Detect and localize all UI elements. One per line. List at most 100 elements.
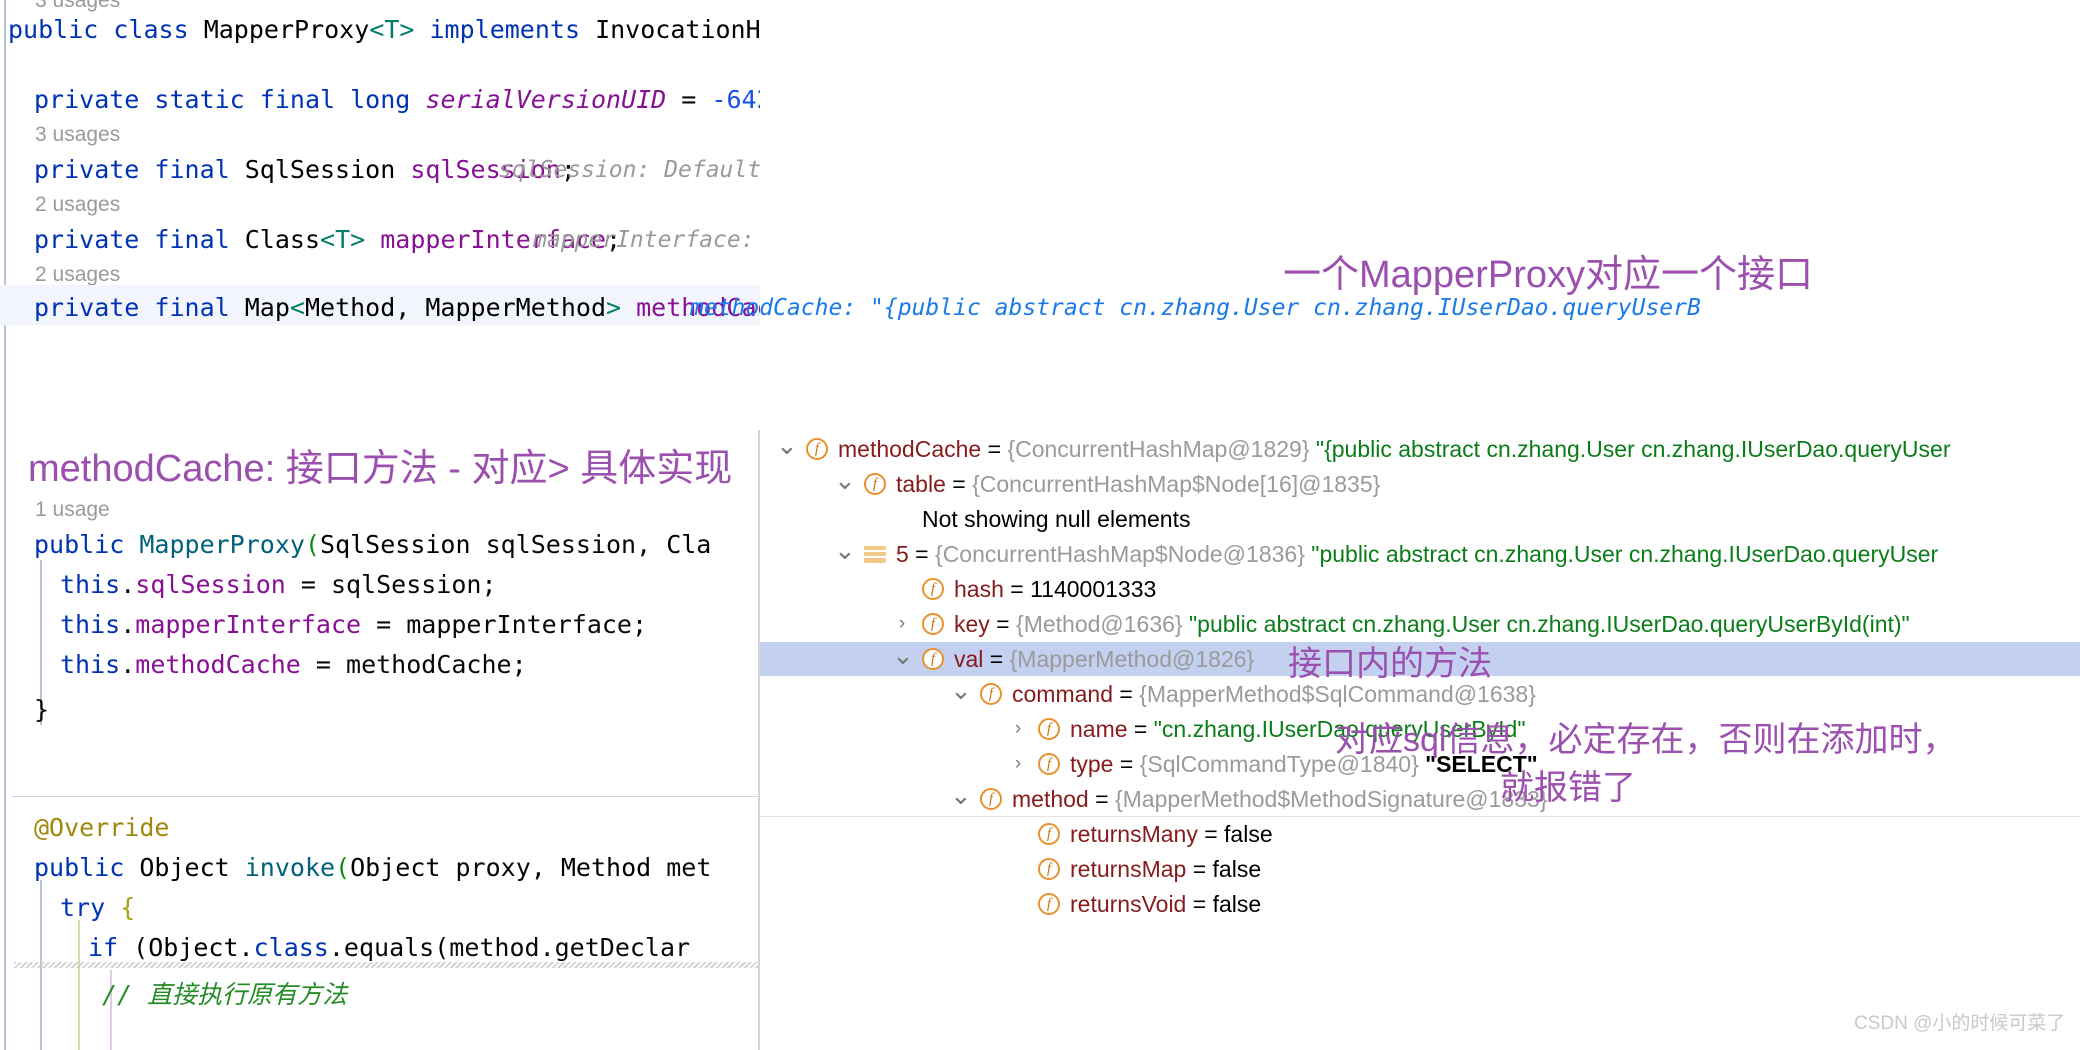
object-reference: {MapperMethod$MethodSignature@1833}	[1114, 786, 1548, 812]
csdn-watermark: CSDN @小的时候可菜了	[1854, 1013, 2066, 1034]
debugger-tree-row[interactable]: f returnsMap = false	[760, 852, 2080, 886]
variable-name: command	[1012, 681, 1113, 707]
equals-sign: =	[1197, 821, 1225, 847]
inlay-hint-mapperinterface: mapperInterface: "interface cn.zhang.IUs…	[533, 227, 755, 253]
debugger-row-text: returnsMany = false	[1070, 817, 1273, 851]
debugger-tree-row[interactable]: ⌄ f methodCache = {ConcurrentHashMap@1829}…	[760, 432, 2080, 466]
variable-name: returnsMany	[1070, 821, 1198, 847]
field-icon: f	[1038, 823, 1060, 845]
field-icon: f	[864, 473, 886, 495]
variable-name: key	[954, 611, 990, 637]
debugger-tree-row[interactable]: Not showing null elements	[760, 502, 2080, 536]
code-block-guide	[78, 920, 80, 1050]
chevron-down-icon[interactable]: ⌄	[834, 467, 856, 501]
numeric-value: 1140001333	[1030, 576, 1157, 602]
debugger-tree-row[interactable]: ⌄ f table = {ConcurrentHashMap$Node[16]@18…	[760, 467, 2080, 501]
chevron-right-icon[interactable]: ›	[1008, 712, 1028, 746]
inlay-hint-sqlsession: sqlSession: DefaultSqlSession@1828	[498, 157, 760, 183]
field-icon: f	[980, 683, 1002, 705]
debugger-tree-row[interactable]: ⌄ 5 = {ConcurrentHashMap$Node@1836} "publ…	[760, 537, 2080, 571]
variable-name: methodCache	[838, 436, 982, 462]
field-icon: f	[1038, 858, 1060, 880]
annotation-sql-info-line1: 对应sql信息，必定存在，否则在添加时，	[1335, 721, 1957, 759]
code-line-invoke-signature: public Object invoke(Object proxy, Metho…	[34, 853, 712, 882]
chevron-down-icon[interactable]: ⌄	[776, 432, 798, 466]
object-reference: {ConcurrentHashMap$Node[16]@1835}	[972, 471, 1381, 497]
debugger-row-text: returnsVoid = false	[1070, 887, 1261, 921]
field-icon: f	[806, 438, 828, 460]
debugger-row-separator	[760, 816, 2080, 817]
debugger-row-text: method = {MapperMethod$MethodSignature@1…	[1012, 782, 1547, 816]
equals-sign: =	[1003, 576, 1031, 602]
usage-count-label[interactable]: 3 usages	[35, 120, 120, 150]
code-line-assign-sqlsession: this.sqlSession = sqlSession;	[60, 570, 497, 599]
equals-sign: =	[1113, 751, 1140, 777]
object-reference: {Method@1636}	[1016, 611, 1183, 637]
debugger-row-text: val = {MapperMethod@1826}	[954, 642, 1254, 676]
debugger-tree-row[interactable]: f hash = 1140001333	[760, 572, 2080, 606]
variable-name: 5	[896, 541, 909, 567]
chevron-down-icon[interactable]: ⌄	[892, 642, 914, 676]
variable-name: name	[1070, 716, 1128, 742]
equals-sign: =	[1127, 716, 1154, 742]
field-icon: f	[1038, 718, 1060, 740]
code-section-separator	[12, 796, 760, 797]
variable-name: table	[896, 471, 946, 497]
variable-name: hash	[954, 576, 1004, 602]
editor-left-gutter	[4, 0, 6, 1050]
equals-sign: =	[1186, 856, 1213, 882]
equals-sign: =	[1088, 786, 1115, 812]
boolean-value: false	[1224, 821, 1273, 847]
chevron-down-icon[interactable]: ⌄	[834, 537, 856, 571]
object-reference: {ConcurrentHashMap$Node@1836}	[935, 541, 1305, 567]
code-line-comment-cn: // 直接执行原有方法	[102, 980, 348, 1009]
object-reference: {ConcurrentHashMap@1829}	[1007, 436, 1310, 462]
code-line-serial-version-uid: private static final long serialVersionU…	[34, 85, 760, 114]
code-line-assign-methodcache: this.methodCache = methodCache;	[60, 650, 527, 679]
object-reference: {MapperMethod@1826}	[1009, 646, 1255, 672]
code-editor-panel[interactable]: 3 usages public class MapperProxy<T> imp…	[0, 0, 760, 1050]
debugger-row-text: hash = 1140001333	[954, 572, 1156, 606]
code-line-methodcache-field: private final Map<Method, MapperMethod> …	[34, 293, 760, 322]
code-line-assign-mapperinterface: this.mapperInterface = mapperInterface;	[60, 610, 648, 639]
field-icon: f	[980, 788, 1002, 810]
variable-name: method	[1012, 786, 1089, 812]
chevron-down-icon[interactable]: ⌄	[950, 782, 972, 816]
debugger-tree-row[interactable]: ⌄ f method = {MapperMethod$MethodSignature…	[760, 782, 2080, 816]
code-line-class-declaration: public class MapperProxy<T> implements I…	[8, 15, 760, 44]
string-value: "public abstract cn.zhang.User cn.zhang.…	[1189, 611, 1910, 637]
string-value: "public abstract cn.zhang.User cn.zhang.…	[1311, 541, 1939, 567]
field-icon: f	[922, 578, 944, 600]
equals-sign: =	[945, 471, 973, 497]
variable-name: returnsMap	[1070, 856, 1187, 882]
usage-count-label[interactable]: 2 usages	[35, 190, 120, 220]
field-icon: f	[922, 648, 944, 670]
code-line-constructor-close: }	[34, 695, 50, 724]
annotation-method-cache: methodCache: 接口方法 - 对应> 具体实现	[28, 448, 733, 490]
debugger-row-text: Not showing null elements	[922, 506, 1191, 532]
code-line-sqlsession-field: private final SqlSession sqlSession;	[34, 155, 576, 184]
chevron-down-icon[interactable]: ⌄	[950, 677, 972, 711]
debugger-tree-row[interactable]: f returnsMany = false	[760, 817, 2080, 851]
equals-sign: =	[908, 541, 936, 567]
annotation-interface-method: 接口内的方法	[1288, 645, 1492, 683]
array-entry-icon	[864, 546, 886, 563]
equals-sign: =	[1186, 891, 1213, 917]
variable-name: returnsVoid	[1070, 891, 1187, 917]
debugger-tree-row[interactable]: f returnsVoid = false	[760, 887, 2080, 921]
field-icon: f	[1038, 893, 1060, 915]
annotation-mapper-proxy: 一个MapperProxy对应一个接口	[1283, 254, 1813, 296]
chevron-right-icon[interactable]: ›	[1008, 747, 1028, 781]
usage-count-label[interactable]: 1 usage	[35, 495, 110, 525]
debugger-row-text: returnsMap = false	[1070, 852, 1261, 886]
debugger-row-text: table = {ConcurrentHashMap$Node[16]@1835…	[896, 467, 1380, 501]
field-icon: f	[1038, 753, 1060, 775]
variable-name: type	[1070, 751, 1114, 777]
equals-sign: =	[981, 436, 1008, 462]
equals-sign: =	[1112, 681, 1140, 707]
chevron-right-icon[interactable]: ›	[892, 607, 912, 641]
variable-name: val	[954, 646, 984, 672]
error-squiggle	[14, 962, 760, 968]
boolean-value: false	[1212, 856, 1262, 882]
annotation-sql-info-line2: 就报错了	[1500, 769, 1636, 807]
